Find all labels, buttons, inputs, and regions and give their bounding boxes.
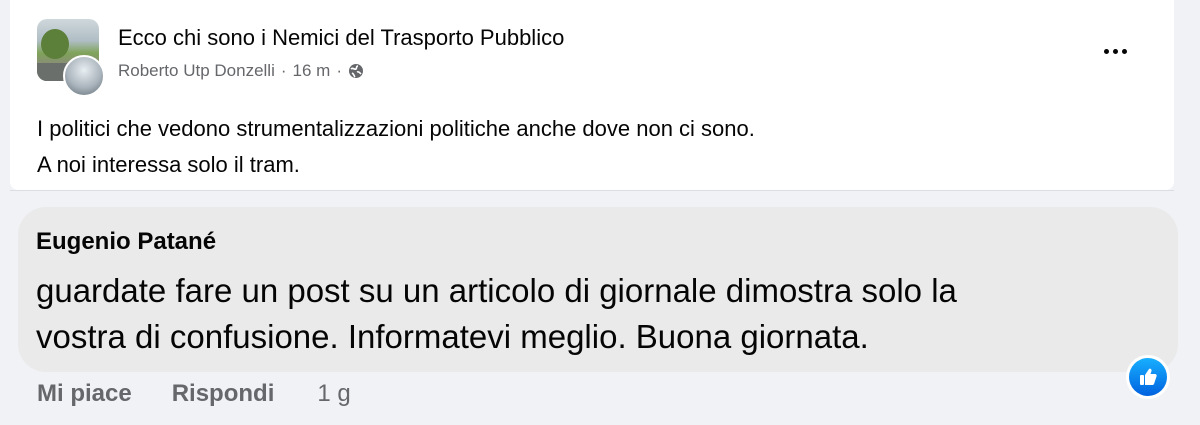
post-text-line: I politici che vedono strumentalizzazion… [37,116,755,141]
post-author[interactable]: Roberto Utp Donzelli [118,61,275,81]
divider [10,190,1174,191]
like-icon [1129,358,1167,396]
more-options-icon[interactable] [1098,38,1132,64]
comment-actions: Mi piace Rispondi 1 g [37,380,351,408]
globe-icon [349,64,363,78]
comment-time[interactable]: 1 g [317,380,350,408]
group-avatar[interactable] [37,19,105,97]
post-text-line: A noi interessa solo il tram. [37,152,300,177]
comment-text-line: guardate fare un post su un articolo di … [36,272,957,309]
comment-text: guardate fare un post su un articolo di … [36,268,1146,360]
comment-text-line: vostra di confusione. Informatevi meglio… [36,318,869,355]
reply-button[interactable]: Rispondi [172,380,275,408]
post-meta: Roberto Utp Donzelli · 16 m · [118,61,364,81]
like-button[interactable]: Mi piace [37,380,132,408]
like-reaction-badge[interactable] [1126,355,1170,399]
author-avatar[interactable] [63,55,105,97]
meta-separator: · [336,61,342,80]
comment-author[interactable]: Eugenio Patané [36,228,216,256]
post-text: I politici che vedono strumentalizzazion… [37,111,755,183]
meta-separator: · [280,61,287,80]
group-name[interactable]: Ecco chi sono i Nemici del Trasporto Pub… [118,25,564,51]
post-time[interactable]: 16 m [293,61,331,81]
